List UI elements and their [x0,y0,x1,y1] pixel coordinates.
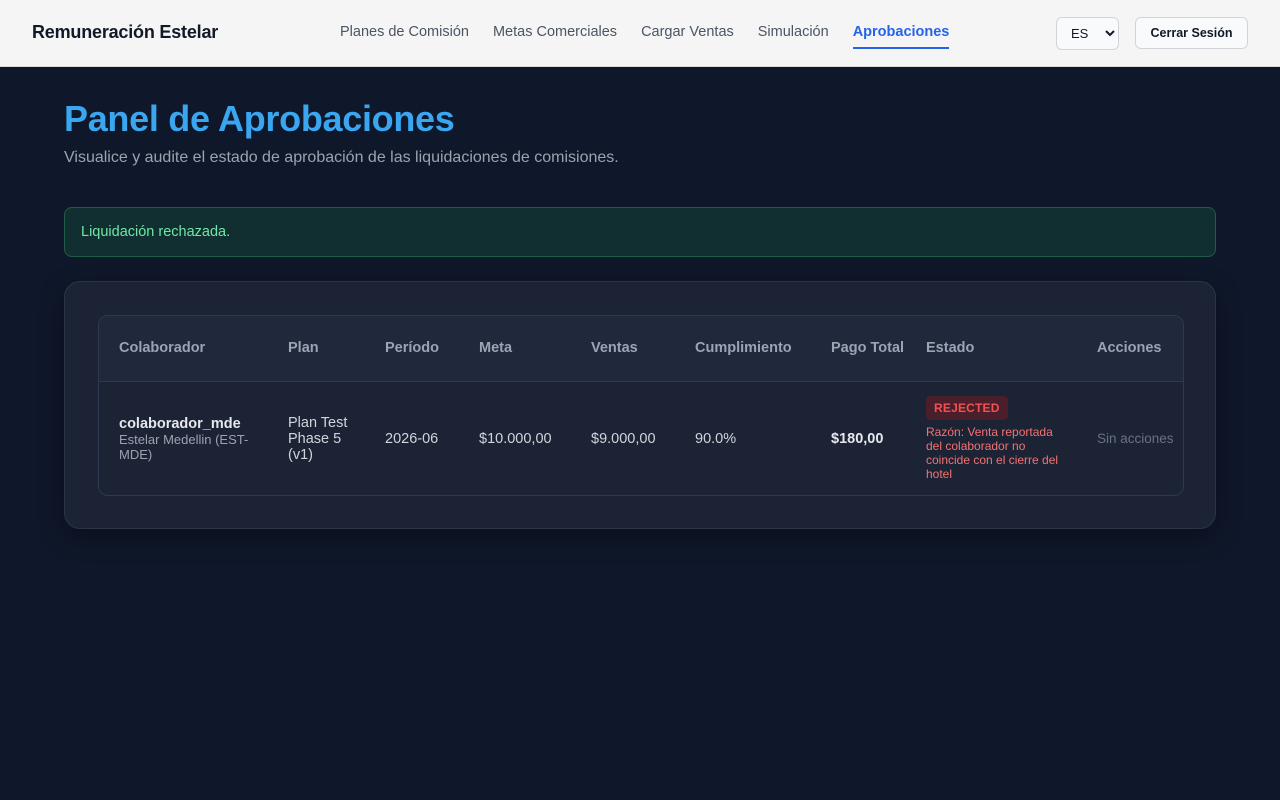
cell-meta: $10.000,00 [479,430,552,447]
column-header-ventas: Ventas [591,340,638,357]
no-actions-text: Sin acciones [1097,430,1174,446]
approvals-table-container: Colaborador Plan Período Meta Ventas Cum… [98,315,1184,496]
collaborator-name: colaborador_mde [119,415,241,432]
rejection-reason: Razón: Venta reportada del colaborador n… [926,425,1059,482]
top-navigation-bar: Remuneración Estelar Planes de Comisión … [0,0,1280,67]
column-header-acciones: Acciones [1097,340,1162,357]
column-header-estado: Estado [926,340,975,357]
main-nav: Planes de Comisión Metas Comerciales Car… [340,0,949,66]
collaborator-branch: Estelar Medellin (EST-MDE) [119,431,249,462]
cell-status: REJECTED Razón: Venta reportada del cola… [906,381,1077,495]
nav-item-simulacion[interactable]: Simulación [758,0,829,66]
approvals-card: Colaborador Plan Período Meta Ventas Cum… [64,281,1216,529]
page-title: Panel de Aprobaciones [64,98,455,139]
nav-item-planes-comision[interactable]: Planes de Comisión [340,0,469,66]
column-header-periodo: Período [385,340,439,357]
nav-item-metas-comerciales[interactable]: Metas Comerciales [493,0,617,66]
cell-period: 2026-06 [385,430,439,447]
cell-actions: Sin acciones [1077,381,1183,495]
approvals-table: Colaborador Plan Período Meta Ventas Cum… [99,316,1183,495]
nav-item-cargar-ventas[interactable]: Cargar Ventas [641,0,734,66]
column-header-pago-total: Pago Total [831,340,905,357]
table-row: colaborador_mde Estelar Medellin (EST-MD… [99,381,1183,495]
app-brand[interactable]: Remuneración Estelar [32,22,218,43]
table-header-row: Colaborador Plan Período Meta Ventas Cum… [99,316,1183,381]
cell-fulfillment: 90.0% [695,430,737,447]
cell-sales: $9.000,00 [591,430,656,447]
page-subtitle: Visualice y audite el estado de aprobaci… [64,149,619,166]
status-badge: REJECTED [926,396,1008,421]
success-alert: Liquidación rechazada. [64,207,1216,257]
cell-total-payment: $180,00 [831,430,884,447]
column-header-colaborador: Colaborador [119,340,206,357]
column-header-cumplimiento: Cumplimiento [695,340,792,357]
nav-item-aprobaciones[interactable]: Aprobaciones [852,0,949,66]
cell-collaborator: colaborador_mde Estelar Medellin (EST-MD… [99,381,268,495]
column-header-meta: Meta [479,340,513,357]
cell-plan: Plan Test Phase 5 (v1) [288,414,348,463]
language-select[interactable]: ES [1056,17,1119,50]
logout-button[interactable]: Cerrar Sesión [1135,17,1248,49]
column-header-plan: Plan [288,340,319,357]
alert-message: Liquidación rechazada. [81,224,231,240]
